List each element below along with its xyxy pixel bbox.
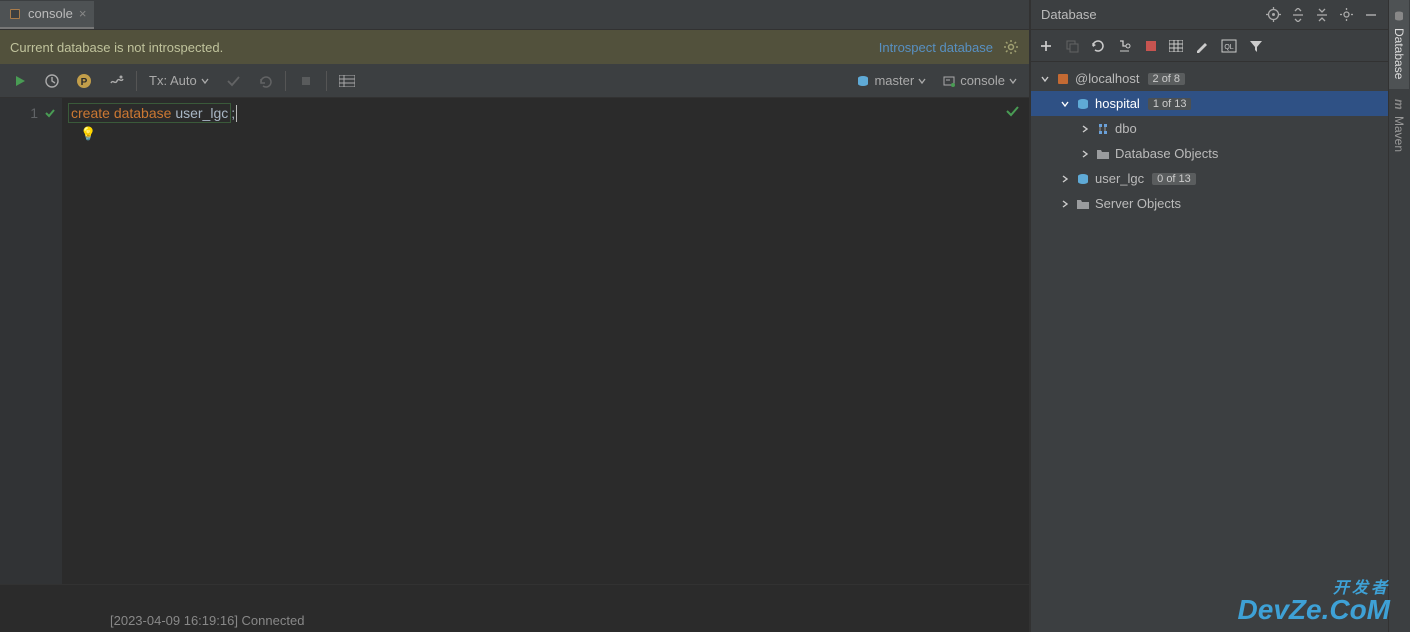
db-tree: @localhost 2 of 8 hospital 1 of 13 dbo D…	[1031, 62, 1388, 632]
introspect-banner: Current database is not introspected. In…	[0, 30, 1029, 64]
text-cursor	[236, 105, 237, 122]
query-console-button[interactable]: QL	[1221, 39, 1237, 53]
refresh-button[interactable]	[1091, 39, 1105, 53]
editor-tabbar: console ×	[0, 0, 1029, 30]
commit-button[interactable]	[221, 69, 245, 93]
cancel-button[interactable]	[294, 69, 318, 93]
chevron-right-icon	[1059, 198, 1071, 210]
gear-icon[interactable]	[1339, 7, 1354, 22]
right-rail: Database m Maven	[1388, 0, 1410, 632]
tx-mode-dropdown[interactable]: Tx: Auto	[145, 73, 213, 88]
chevron-down-icon	[1059, 98, 1071, 110]
line-number: 1	[30, 105, 38, 121]
sql-toolbar: P Tx: Auto master console	[0, 64, 1029, 98]
banner-text: Current database is not introspected.	[10, 40, 879, 55]
panel-title: Database	[1041, 7, 1256, 22]
stop-button[interactable]	[1145, 40, 1157, 52]
rollback-button[interactable]	[253, 69, 277, 93]
target-icon[interactable]	[1266, 7, 1281, 22]
tree-node-localhost[interactable]: @localhost 2 of 8	[1031, 66, 1388, 91]
chevron-right-icon	[1059, 173, 1071, 185]
lightbulb-icon[interactable]: 💡	[80, 126, 96, 142]
sqlserver-icon	[1055, 71, 1071, 87]
tree-node-userlgc[interactable]: user_lgc 0 of 13	[1031, 166, 1388, 191]
database-icon	[1075, 96, 1091, 112]
add-button[interactable]	[1039, 39, 1053, 53]
edit-button[interactable]	[1195, 39, 1209, 53]
diff-button[interactable]	[1117, 39, 1133, 53]
tree-node-dbo[interactable]: dbo	[1031, 116, 1388, 141]
console-icon	[8, 7, 22, 21]
code-area[interactable]: create database user_lgc ; 💡	[62, 98, 1029, 584]
history-button[interactable]	[40, 69, 64, 93]
close-icon[interactable]: ×	[79, 6, 87, 21]
view-button[interactable]	[335, 69, 359, 93]
tab-label: console	[28, 6, 73, 21]
session-selector[interactable]: console	[938, 71, 1021, 90]
schema-selector[interactable]: master	[852, 71, 930, 90]
copy-button[interactable]	[1065, 39, 1079, 53]
inspection-icon[interactable]	[1005, 104, 1019, 118]
run-button[interactable]	[8, 69, 32, 93]
railtab-maven[interactable]: m Maven	[1389, 89, 1409, 162]
tree-node-db-objects[interactable]: Database Objects	[1031, 141, 1388, 166]
minimize-icon[interactable]	[1364, 8, 1378, 22]
chevron-right-icon	[1079, 148, 1091, 160]
introspect-link[interactable]: Introspect database	[879, 40, 993, 55]
tree-node-hospital[interactable]: hospital 1 of 13	[1031, 91, 1388, 116]
svg-text:QL: QL	[1224, 44, 1233, 51]
database-panel: Database QL @localhost 2 of 8	[1030, 0, 1388, 632]
settings-button[interactable]	[104, 69, 128, 93]
sql-editor[interactable]: 1 create database user_lgc ; 💡	[0, 98, 1029, 584]
db-panel-toolbar: QL	[1031, 30, 1388, 62]
collapse-icon[interactable]	[1315, 8, 1329, 22]
chevron-down-icon	[1039, 73, 1051, 85]
schema-icon	[1095, 121, 1111, 137]
explain-plan-button[interactable]: P	[72, 69, 96, 93]
table-view-button[interactable]	[1169, 40, 1183, 52]
railtab-database[interactable]: Database	[1389, 0, 1409, 89]
tab-console[interactable]: console ×	[0, 1, 94, 29]
folder-icon	[1075, 196, 1091, 212]
tree-node-server-objects[interactable]: Server Objects	[1031, 191, 1388, 216]
bottom-separator	[0, 584, 1029, 608]
run-gutter-icon[interactable]	[44, 107, 56, 119]
gear-icon[interactable]	[1003, 39, 1019, 55]
chevron-right-icon	[1079, 123, 1091, 135]
output-log: [2023-04-09 16:19:16] Connected	[0, 608, 1029, 632]
database-icon	[1075, 171, 1091, 187]
svg-text:P: P	[81, 77, 88, 88]
filter-button[interactable]	[1249, 39, 1263, 53]
expand-icon[interactable]	[1291, 8, 1305, 22]
editor-gutter: 1	[0, 98, 62, 584]
folder-icon	[1095, 146, 1111, 162]
